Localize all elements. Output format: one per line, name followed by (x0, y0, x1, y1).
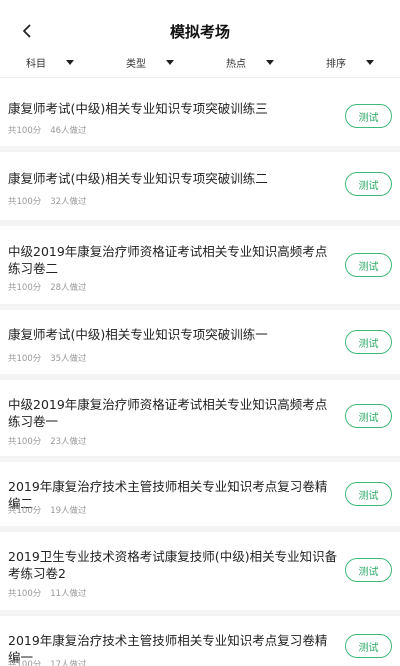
exam-total-score: 共100分 (8, 126, 42, 136)
exam-meta: 共100分 11人做过 (8, 587, 87, 599)
filter-label: 科目 (26, 59, 46, 70)
exam-list: 康复师考试(中级)相关专业知识专项突破训练三 共100分 46人做过 测试 康复… (0, 80, 400, 666)
filter-label: 排序 (326, 59, 346, 70)
exam-meta: 共100分 35人做过 (8, 352, 87, 364)
exam-attempt-count: 32人做过 (50, 197, 87, 207)
exam-title: 中级2019年康复治疗师资格证考试相关专业知识高频考点练习卷一 (8, 397, 328, 429)
list-item[interactable]: 康复师考试(中级)相关专业知识专项突破训练三 共100分 46人做过 测试 (0, 80, 400, 152)
list-item[interactable]: 中级2019年康复治疗师资格证考试相关专业知识高频考点练习卷二 共100分 28… (0, 226, 400, 310)
test-button[interactable]: 测试 (345, 404, 392, 428)
page-title: 模拟考场 (169, 23, 230, 41)
list-item[interactable]: 2019年康复治疗技术主管技师相关专业知识考点复习卷精编一 共100分 17人做… (0, 616, 400, 666)
filter-subject[interactable]: 科目 (0, 48, 100, 77)
exam-attempt-count: 46人做过 (50, 126, 87, 136)
list-item[interactable]: 2019卫生专业技术资格考试康复技师(中级)相关专业知识备考练习卷2 共100分… (0, 532, 400, 616)
exam-meta: 共100分 32人做过 (8, 195, 87, 207)
list-item[interactable]: 康复师考试(中级)相关专业知识专项突破训练一 共100分 35人做过 测试 (0, 310, 400, 380)
caret-down-icon (166, 60, 174, 65)
list-item[interactable]: 康复师考试(中级)相关专业知识专项突破训练二 共100分 32人做过 测试 (0, 152, 400, 226)
exam-total-score: 共100分 (8, 660, 42, 666)
exam-total-score: 共100分 (8, 197, 42, 207)
exam-attempt-count: 28人做过 (50, 283, 87, 293)
filter-type[interactable]: 类型 (100, 48, 200, 77)
test-button[interactable]: 测试 (345, 172, 392, 196)
caret-down-icon (66, 60, 74, 65)
exam-meta: 共100分 17人做过 (8, 658, 87, 666)
exam-attempt-count: 35人做过 (50, 354, 87, 364)
filter-label: 热点 (226, 59, 246, 70)
caret-down-icon (266, 60, 274, 65)
test-button[interactable]: 测试 (345, 253, 392, 277)
exam-title: 2019卫生专业技术资格考试康复技师(中级)相关专业知识备考练习卷2 (8, 549, 338, 581)
test-button[interactable]: 测试 (345, 482, 392, 506)
exam-attempt-count: 11人做过 (50, 589, 87, 599)
test-button[interactable]: 测试 (345, 330, 392, 354)
exam-total-score: 共100分 (8, 437, 42, 447)
exam-attempt-count: 23人做过 (50, 437, 87, 447)
caret-down-icon (366, 60, 374, 65)
test-button[interactable]: 测试 (345, 558, 392, 582)
list-item[interactable]: 2019年康复治疗技术主管技师相关专业知识考点复习卷精编二 共100分 19人做… (0, 462, 400, 532)
filter-hot[interactable]: 热点 (200, 48, 300, 77)
exam-meta: 共100分 23人做过 (8, 435, 87, 447)
test-button[interactable]: 测试 (345, 104, 392, 128)
filter-sort[interactable]: 排序 (300, 48, 400, 77)
exam-title: 康复师考试(中级)相关专业知识专项突破训练三 (8, 101, 268, 116)
exam-title: 康复师考试(中级)相关专业知识专项突破训练二 (8, 171, 268, 186)
exam-meta: 共100分 28人做过 (8, 281, 87, 293)
exam-title: 中级2019年康复治疗师资格证考试相关专业知识高频考点练习卷二 (8, 244, 328, 276)
exam-title: 康复师考试(中级)相关专业知识专项突破训练一 (8, 327, 268, 342)
filter-label: 类型 (126, 59, 146, 70)
exam-meta: 共100分 19人做过 (8, 504, 87, 516)
test-button[interactable]: 测试 (345, 634, 392, 658)
exam-attempt-count: 19人做过 (50, 506, 87, 516)
exam-total-score: 共100分 (8, 589, 42, 599)
list-item[interactable]: 中级2019年康复治疗师资格证考试相关专业知识高频考点练习卷一 共100分 23… (0, 380, 400, 462)
filter-bar: 科目 类型 热点 排序 (0, 48, 400, 78)
exam-meta: 共100分 46人做过 (8, 124, 87, 136)
exam-total-score: 共100分 (8, 354, 42, 364)
exam-total-score: 共100分 (8, 283, 42, 293)
exam-total-score: 共100分 (8, 506, 42, 516)
exam-attempt-count: 17人做过 (50, 660, 87, 666)
